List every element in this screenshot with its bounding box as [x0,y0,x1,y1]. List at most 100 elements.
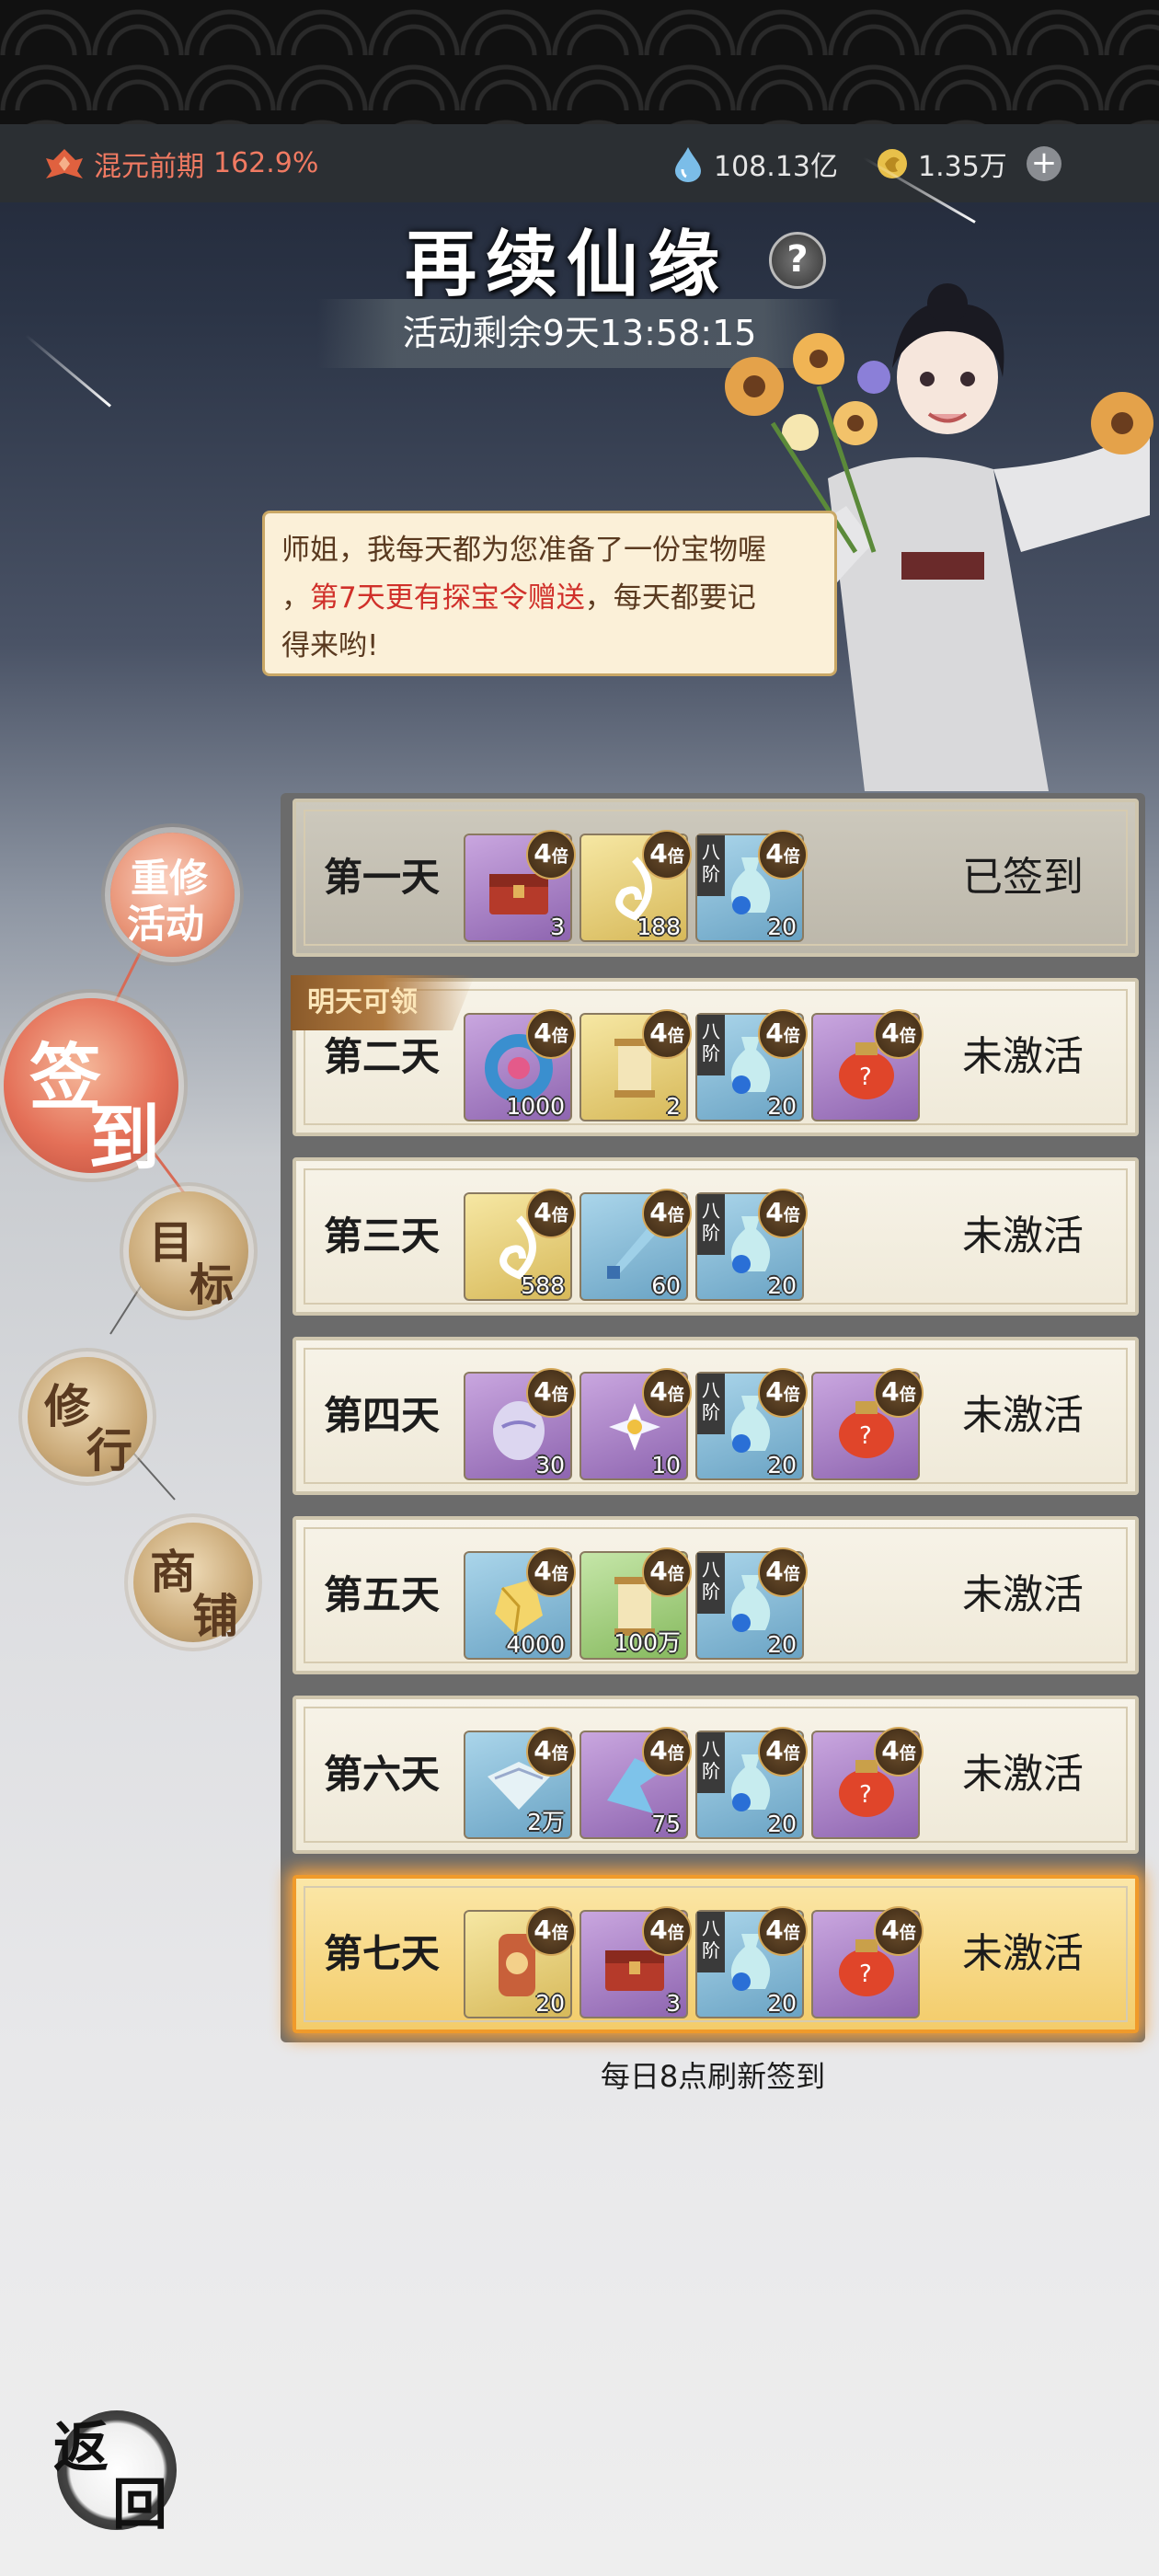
nav-shop[interactable]: 商 铺 [133,1523,253,1643]
reward-item[interactable]: ? 4倍 [811,1009,924,1121]
multiplier-badge: 4倍 [874,1009,924,1059]
reward-count: 1000 [506,1093,565,1120]
reward-list: 4倍 4000 4倍 100万八阶 4倍 20 [464,1547,811,1660]
day-status: 未激活 [962,1571,1084,1618]
reward-item[interactable]: ? 4倍 [811,1368,924,1480]
day-status: 未激活 [962,1392,1084,1439]
reward-item[interactable]: 八阶 4倍 20 [695,1727,808,1839]
day-label: 第四天 [324,1393,441,1438]
multiplier-badge: 4倍 [758,1547,808,1597]
svg-text:?: ? [859,1961,872,1988]
nav-goal[interactable]: 目 标 [129,1191,248,1311]
nav-sign-in[interactable]: 签 到 [4,998,178,1180]
reward-list: 4倍 2万 4倍 75 八阶 4倍 20? 4倍 [464,1727,927,1839]
svg-text:?: ? [859,1781,872,1809]
reward-item[interactable]: 4倍 2万 [464,1727,576,1839]
reward-item[interactable]: 八阶 4倍 20 [695,1547,808,1660]
reward-list: 4倍 20 4倍 3 八阶 4倍 20? 4倍 [464,1906,927,2018]
multiplier-badge: 4倍 [642,1727,692,1777]
reward-count: 20 [535,1990,565,2017]
tomorrow-claimable-badge: 明天可领 [291,975,475,1030]
top-decoration [0,0,1159,124]
reward-item[interactable]: 4倍 4000 [464,1547,576,1660]
reward-item[interactable]: 4倍 60 [580,1189,692,1301]
currency2-value: 1.35万 [918,150,1007,183]
add-currency-button[interactable]: + [1027,146,1061,181]
day-status: 未激活 [962,1930,1084,1977]
sign-in-day-row[interactable]: 第四天 4倍 30 4倍 10 八阶 4倍 20? 4倍 未激活 [293,1337,1139,1495]
multiplier-badge: 4倍 [758,1368,808,1418]
reward-item[interactable]: 4倍 1000 [464,1009,576,1121]
reward-item[interactable]: 八阶 4倍 20 [695,830,808,942]
reward-item[interactable]: 4倍 588 [464,1189,576,1301]
reward-count: 3 [666,1990,681,2017]
multiplier-badge: 4倍 [526,1547,576,1597]
multiplier-badge: 4倍 [642,830,692,880]
reward-count: 4000 [506,1631,565,1658]
realm-icon [46,148,83,178]
sign-in-day-row[interactable]: 第五天 4倍 4000 4倍 100万八阶 4倍 20 未激活 [293,1516,1139,1674]
nav-practice[interactable]: 修 行 [28,1357,147,1478]
reward-count: 60 [651,1272,681,1299]
multiplier-badge: 4倍 [758,1009,808,1059]
back-button[interactable]: 返 回 [53,2410,177,2537]
tier-tag: 八阶 [697,1374,725,1434]
reward-list: 4倍 30 4倍 10 八阶 4倍 20? 4倍 [464,1368,927,1480]
reward-item[interactable]: 八阶 4倍 20 [695,1906,808,2018]
day-label: 第六天 [324,1752,441,1797]
reward-count: 10 [651,1452,681,1478]
tier-tag: 八阶 [697,1732,725,1793]
refresh-note: 每日8点刷新签到 [600,2059,826,2094]
multiplier-badge: 4倍 [642,1547,692,1597]
sign-in-day-row[interactable]: 第七天 4倍 20 4倍 3 八阶 4倍 20? 4倍 未激活 [293,1875,1139,2033]
day-status: 未激活 [962,1033,1084,1080]
reward-item[interactable]: 4倍 75 [580,1727,692,1839]
sign-in-day-row[interactable]: 第一天 4倍 3 4倍 188 八阶 4倍 20 已签到 [293,799,1139,957]
reward-count: 2 [666,1093,681,1120]
nav-reset-event[interactable]: 重修 活动 [110,833,235,957]
tier-tag: 八阶 [697,1194,725,1255]
bubble-line: 得来哟! [281,629,379,662]
reward-item[interactable]: 4倍 20 [464,1906,576,2018]
reward-item[interactable]: ? 4倍 [811,1727,924,1839]
tier-tag: 八阶 [697,1553,725,1614]
day-label: 第三天 [324,1213,441,1259]
reward-count: 20 [767,1990,797,2017]
multiplier-badge: 4倍 [758,1189,808,1238]
reward-count: 20 [767,914,797,940]
bubble-line: ，第7天更有探宝令赠送，每天都要记 [281,581,756,615]
multiplier-badge: 4倍 [526,1368,576,1418]
reward-item[interactable]: 八阶 4倍 20 [695,1189,808,1301]
multiplier-badge: 4倍 [526,1189,576,1238]
reward-item[interactable]: ? 4倍 [811,1906,924,2018]
reward-list: 4倍 1000 4倍 2 八阶 4倍 20? 4倍 [464,1009,927,1121]
reward-item[interactable]: 4倍 3 [464,830,576,942]
realm-name: 混元前期 [94,150,204,183]
reward-item[interactable]: 八阶 4倍 20 [695,1009,808,1121]
tier-tag: 八阶 [697,835,725,896]
multiplier-badge: 4倍 [874,1727,924,1777]
reward-item[interactable]: 4倍 188 [580,830,692,942]
reward-item[interactable]: 4倍 100万 [580,1547,692,1660]
reward-count: 20 [767,1811,797,1837]
day-status: 已签到 [962,854,1084,901]
currency1-value: 108.13亿 [714,150,838,183]
reward-count: 20 [767,1272,797,1299]
svg-text:?: ? [859,1064,872,1091]
reward-count: 20 [767,1452,797,1478]
realm-percent: 162.9% [213,147,319,179]
reward-item[interactable]: 4倍 3 [580,1906,692,2018]
multiplier-badge: 4倍 [758,1727,808,1777]
multiplier-badge: 4倍 [642,1009,692,1059]
sign-in-day-row[interactable]: 第三天 4倍 588 4倍 60 八阶 4倍 20 未激活 [293,1157,1139,1316]
reward-item[interactable]: 4倍 10 [580,1368,692,1480]
event-title: 再续仙缘 [405,223,729,306]
multiplier-badge: 4倍 [642,1906,692,1956]
multiplier-badge: 4倍 [874,1906,924,1956]
reward-item[interactable]: 4倍 30 [464,1368,576,1480]
reward-item[interactable]: 八阶 4倍 20 [695,1368,808,1480]
day-status: 未激活 [962,1751,1084,1798]
reward-list: 4倍 588 4倍 60 八阶 4倍 20 [464,1189,811,1301]
sign-in-day-row[interactable]: 第六天 4倍 2万 4倍 75 八阶 4倍 20? 4倍 未激活 [293,1696,1139,1854]
reward-item[interactable]: 4倍 2 [580,1009,692,1121]
